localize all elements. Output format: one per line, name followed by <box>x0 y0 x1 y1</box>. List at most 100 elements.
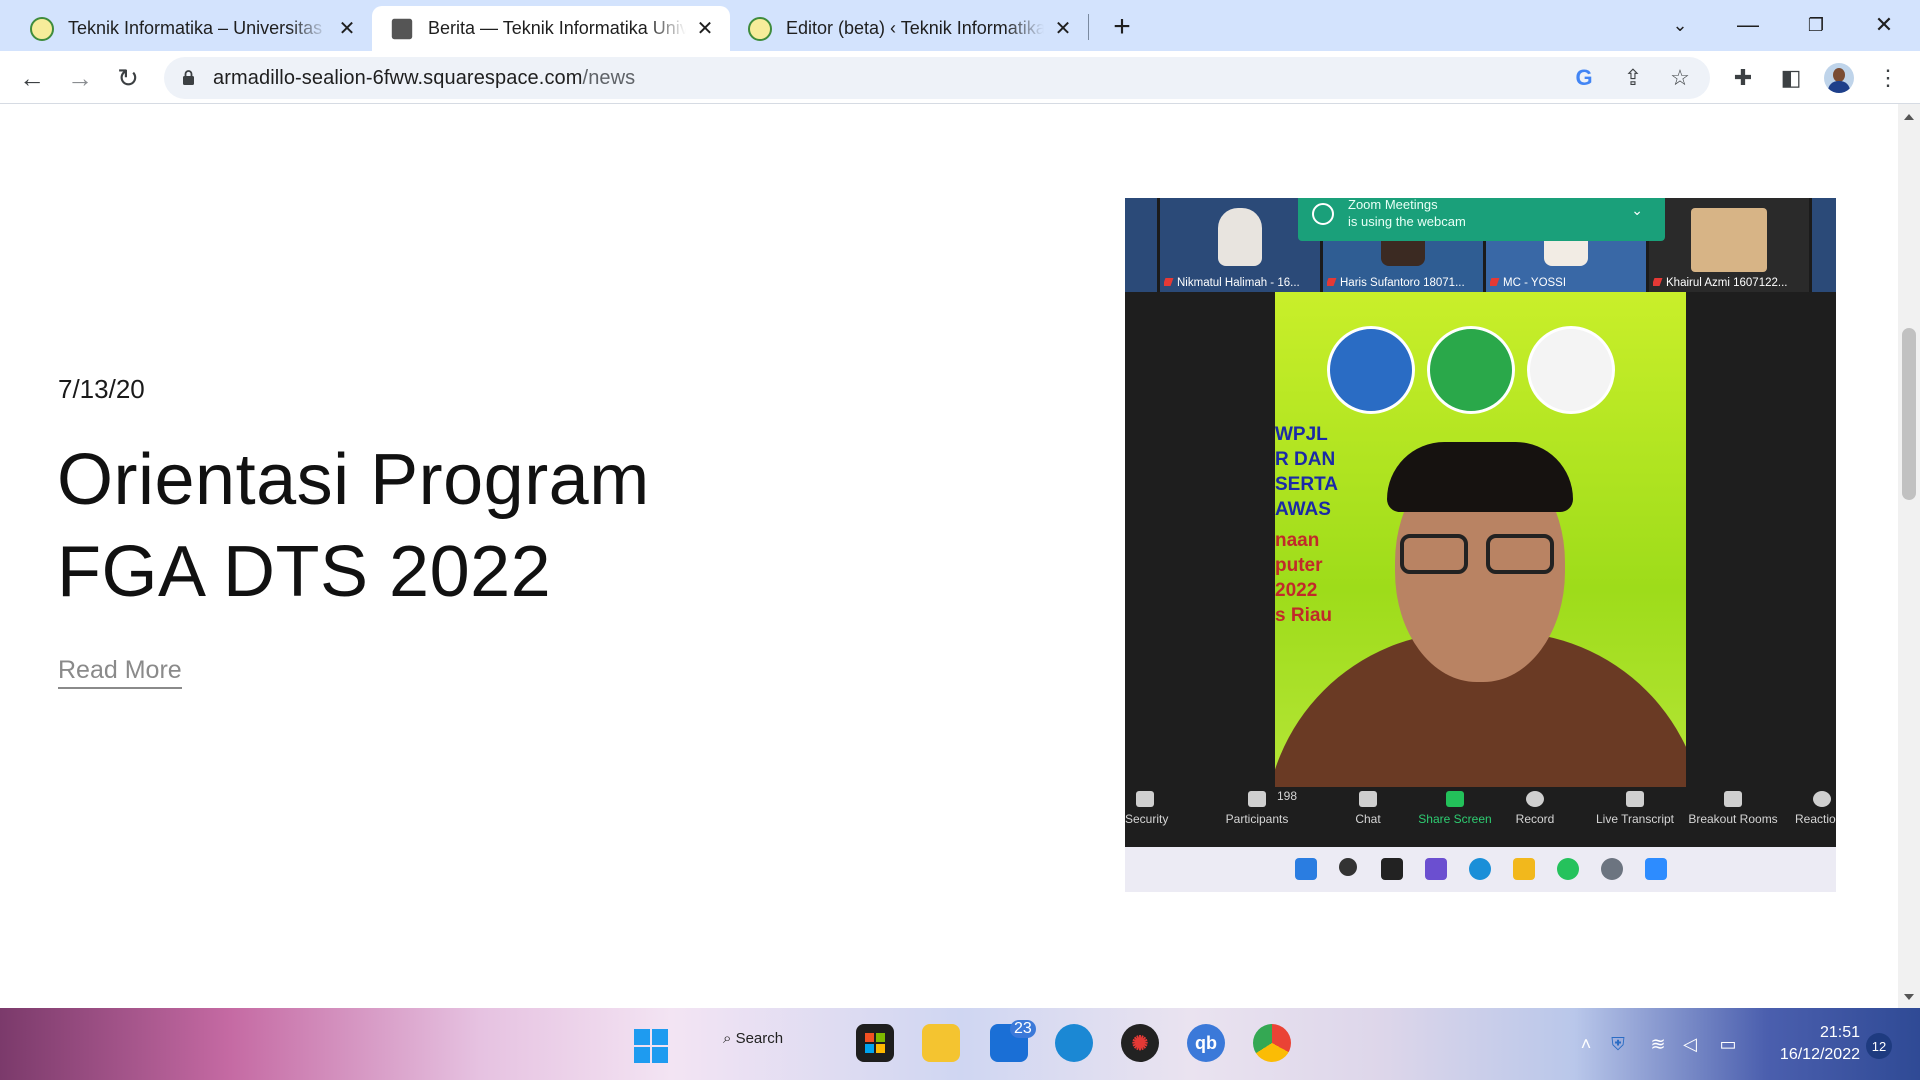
scroll-thumb[interactable] <box>1902 328 1916 500</box>
page-scrollbar[interactable] <box>1898 104 1920 1008</box>
battery-icon[interactable]: ▭ <box>1718 1034 1738 1054</box>
share-screen-icon <box>1446 791 1464 807</box>
chevron-up-icon[interactable]: ˄ <box>1576 1034 1596 1054</box>
reactions-control: Reactio <box>1795 791 1836 826</box>
minimize-button[interactable]: — <box>1718 6 1778 44</box>
participant-tile: Nikmatul Halimah - 16... <box>1160 198 1320 292</box>
breakout-rooms-control: Breakout Rooms <box>1683 791 1783 826</box>
browser-toolbar: ← → ↻ armadillo-sealion-6fww.squarespace… <box>0 51 1920 104</box>
article-date: 7/13/20 <box>58 374 145 404</box>
new-tab-button[interactable]: + <box>1106 10 1138 43</box>
webcam-notification: Zoom Meetings is using the webcam ⌄ <box>1298 198 1665 241</box>
share-icon[interactable]: ⇪ <box>1619 64 1647 92</box>
close-icon[interactable]: ✕ <box>336 18 358 40</box>
edge-icon[interactable] <box>1055 1024 1093 1062</box>
mail-badge: 23 <box>1010 1020 1036 1038</box>
scroll-down-arrow[interactable] <box>1904 994 1914 1000</box>
chat-icon <box>1359 791 1377 807</box>
people-icon <box>1248 791 1266 807</box>
security-shield-icon[interactable]: ⛨ <box>1608 1034 1628 1054</box>
back-button[interactable]: ← <box>14 60 50 96</box>
search-icon: ⌕ <box>723 1030 736 1047</box>
file-explorer-icon[interactable] <box>922 1024 960 1062</box>
university-icon <box>30 16 54 41</box>
taskbar-search[interactable]: ⌕ Search <box>723 1030 783 1047</box>
article-title[interactable]: Orientasi Program FGA DTS 2022 <box>57 434 817 618</box>
close-icon[interactable]: ✕ <box>694 18 716 40</box>
webcam-icon <box>1312 203 1334 225</box>
tut-wuri-logo <box>1327 326 1415 414</box>
url-path: /news <box>582 67 636 89</box>
chat-control: Chat <box>1343 791 1393 826</box>
extensions-icon[interactable]: ✚ <box>1729 64 1757 92</box>
window-close-button[interactable]: ✕ <box>1854 6 1914 44</box>
microsoft-store-icon[interactable] <box>856 1024 894 1062</box>
tab-editor[interactable]: Editor (beta) ‹ Teknik Informatika ✕ <box>730 6 1088 51</box>
participant-tile: Khairul Azmi 1607122... <box>1649 198 1809 292</box>
tab-teknik-informatika[interactable]: Teknik Informatika – Universitas Riau ✕ <box>12 6 372 51</box>
side-panel-icon[interactable]: ◧ <box>1777 64 1805 92</box>
url-text: armadillo-sealion-6fww.squarespace.com/n… <box>213 67 635 90</box>
participant-name: Haris Sufantoro 18071... <box>1327 277 1481 289</box>
grid-icon <box>1724 791 1742 807</box>
tab-title: Berita — Teknik Informatika Universitas … <box>428 18 686 38</box>
tab-search-button[interactable]: ⌄ <box>1650 6 1710 44</box>
inner-screenshot-taskbar <box>1125 847 1836 892</box>
article-title-line: Orientasi Program <box>57 440 650 520</box>
share-screen-control: Share Screen <box>1415 791 1495 826</box>
app-icon[interactable]: ✺ <box>1121 1024 1159 1062</box>
article-title-line: FGA DTS 2022 <box>57 532 552 612</box>
restore-button[interactable]: ❐ <box>1786 6 1846 44</box>
google-icon[interactable]: G <box>1570 64 1598 92</box>
speaker-video: WPJL R DAN SERTA AWAS naan puter 2022 s … <box>1275 292 1686 787</box>
lock-icon <box>183 70 194 85</box>
scroll-up-arrow[interactable] <box>1904 114 1914 120</box>
tab-separator <box>1088 14 1089 40</box>
wifi-icon[interactable]: ≋ <box>1648 1034 1668 1054</box>
clock[interactable]: 21:51 16/12/2022 <box>1740 1022 1860 1066</box>
record-icon <box>1526 791 1544 807</box>
participant-name: Nikmatul Halimah - 16... <box>1164 277 1318 289</box>
security-control: Security <box>1125 791 1168 826</box>
tab-strip: Teknik Informatika – Universitas Riau ✕ … <box>0 0 1920 51</box>
live-transcript-control: Live Transcript <box>1588 791 1682 826</box>
reload-button[interactable]: ↻ <box>110 60 146 96</box>
tab-title: Teknik Informatika – Universitas Riau <box>68 18 328 38</box>
forward-button[interactable]: → <box>62 60 98 96</box>
profile-avatar[interactable] <box>1824 63 1854 93</box>
chrome-icon[interactable] <box>1253 1024 1291 1062</box>
participants-count: 198 <box>1276 789 1298 803</box>
windows-taskbar: ⌕ Search 23 ✺ qb ˄ ⛨ ≋ ◁ ▭ 21:51 16/12/2… <box>0 1008 1920 1080</box>
clock-time: 21:51 <box>1819 1024 1860 1041</box>
smile-icon <box>1813 791 1831 807</box>
participant-tile <box>1125 198 1157 292</box>
record-control: Record <box>1510 791 1560 826</box>
start-button[interactable] <box>634 1029 668 1063</box>
zoom-controls: Security Participants 198 Chat Share Scr… <box>1125 787 1836 847</box>
shield-icon <box>1136 791 1154 807</box>
close-icon[interactable]: ✕ <box>1052 18 1074 40</box>
squarespace-icon <box>391 18 413 39</box>
address-bar[interactable]: armadillo-sealion-6fww.squarespace.com/n… <box>164 57 1710 99</box>
tab-berita[interactable]: Berita — Teknik Informatika Universitas … <box>372 6 730 51</box>
notification-title: Zoom Meetings <box>1348 198 1438 212</box>
bookmark-star-icon[interactable]: ☆ <box>1666 64 1694 92</box>
tab-title: Editor (beta) ‹ Teknik Informatika <box>786 18 1044 38</box>
url-host: armadillo-sealion-6fww.squarespace.com <box>213 67 583 89</box>
page-content: 7/13/20 Orientasi Program FGA DTS 2022 R… <box>0 104 1898 1008</box>
qbittorrent-icon[interactable]: qb <box>1187 1024 1225 1062</box>
volume-icon[interactable]: ◁ <box>1680 1034 1700 1054</box>
article-thumbnail-zoom-screenshot[interactable]: Nikmatul Halimah - 16... Haris Sufantoro… <box>1125 198 1836 892</box>
university-icon <box>748 16 772 41</box>
read-more-link[interactable]: Read More <box>58 656 182 689</box>
menu-icon[interactable]: ⋮ <box>1874 64 1902 92</box>
participant-name: Khairul Azmi 1607122... <box>1653 277 1807 289</box>
notification-text: is using the webcam <box>1348 214 1466 229</box>
snmptn-logo <box>1527 326 1615 414</box>
chevron-down-icon: ⌄ <box>1631 202 1643 218</box>
banner-text: WPJL R DAN SERTA AWAS naan puter 2022 s … <box>1275 424 1338 626</box>
participant-name: MC - YOSSI <box>1490 277 1644 289</box>
university-logo <box>1427 326 1515 414</box>
clock-date: 16/12/2022 <box>1779 1046 1860 1063</box>
notification-badge[interactable]: 12 <box>1866 1033 1892 1059</box>
